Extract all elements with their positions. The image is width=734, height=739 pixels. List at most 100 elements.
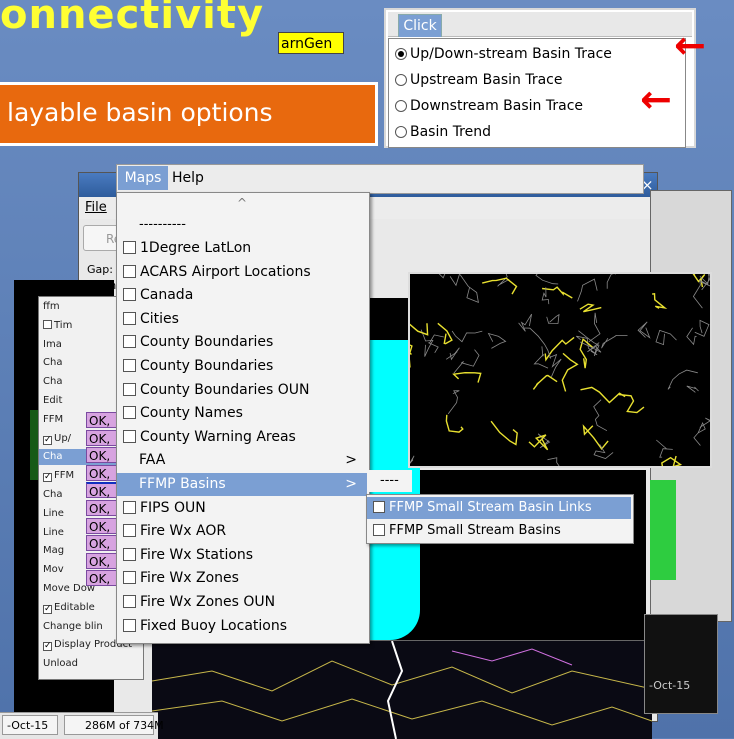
warngen-label: arnGen bbox=[278, 32, 344, 54]
maps-menu-item[interactable]: Fire Wx AOR bbox=[117, 520, 367, 543]
context-menu-item[interactable]: ffm bbox=[43, 299, 60, 315]
scroll-up-icon[interactable]: ^ bbox=[117, 193, 367, 213]
checkbox-icon[interactable] bbox=[43, 319, 52, 329]
context-menu-item-label: Cha bbox=[43, 357, 63, 369]
menu-file[interactable]: File bbox=[85, 200, 107, 215]
maps-menu-item[interactable]: FIPS OUN bbox=[117, 497, 367, 520]
help-menu-tab[interactable]: Help bbox=[172, 166, 204, 190]
context-menu-item[interactable]: Cha bbox=[43, 374, 62, 390]
slide-title: onnectivity bbox=[0, 0, 265, 38]
bottom-map-area[interactable] bbox=[152, 640, 652, 739]
checkbox-icon[interactable] bbox=[123, 241, 136, 254]
context-menu-item[interactable]: FFM bbox=[43, 412, 63, 428]
context-menu-item[interactable]: Line bbox=[43, 525, 64, 541]
context-menu-item[interactable]: Mag bbox=[43, 543, 64, 559]
status-date-right: -Oct-15 bbox=[649, 679, 691, 692]
context-menu-item[interactable]: Change blin bbox=[43, 619, 103, 635]
status-bar: -Oct-15 286M of 734M bbox=[0, 712, 164, 739]
maps-menu-item[interactable]: FFMP Basins > bbox=[117, 473, 367, 496]
radio-option[interactable]: Upstream Basin Trace bbox=[395, 67, 562, 93]
maps-menu-item[interactable]: Fire Wx Stations bbox=[117, 544, 367, 567]
maps-menu-item[interactable]: County Warning Areas bbox=[117, 426, 367, 449]
context-menu-item[interactable]: Up/ bbox=[43, 431, 71, 447]
green-status-column bbox=[650, 480, 676, 580]
context-menu-item-label: Cha bbox=[43, 451, 63, 463]
context-menu-item[interactable]: Tim bbox=[43, 318, 72, 334]
context-menu-item-label: Cha bbox=[43, 376, 63, 388]
checkbox-icon[interactable] bbox=[123, 524, 136, 538]
context-menu-item-label: Mov bbox=[43, 564, 64, 576]
radio-option[interactable]: Up/Down-stream Basin Trace bbox=[395, 41, 612, 67]
radio-icon[interactable] bbox=[395, 74, 407, 86]
maps-dropdown: ^ ---------- 1Degree LatLon ACARS Airport… bbox=[116, 192, 370, 644]
context-menu-item[interactable]: FFM bbox=[43, 468, 74, 484]
context-menu-item[interactable]: Edit bbox=[43, 393, 62, 409]
checkbox-icon[interactable] bbox=[123, 595, 136, 608]
maps-menu-tab[interactable]: Maps bbox=[118, 166, 168, 190]
checkbox-icon[interactable] bbox=[123, 406, 136, 420]
ffmp-submenu-item[interactable]: FFMP Small Stream Basin Links bbox=[367, 497, 631, 519]
maps-menu-item-label: Fire Wx Zones OUN bbox=[140, 594, 276, 610]
maps-menu-item-label: County Boundaries bbox=[140, 334, 274, 351]
context-menu-item-label: Cha bbox=[43, 489, 63, 500]
maps-menu-item[interactable]: ACARS Airport Locations bbox=[117, 261, 367, 284]
context-menu-item[interactable]: Ima bbox=[43, 337, 62, 353]
context-menu-item[interactable]: Unload bbox=[43, 656, 78, 672]
context-menu-item[interactable]: Mov bbox=[43, 562, 64, 578]
checkbox-icon[interactable] bbox=[123, 571, 136, 585]
radio-icon[interactable] bbox=[395, 48, 407, 60]
maps-menu-item[interactable]: Cities bbox=[117, 308, 367, 331]
checkbox-icon[interactable] bbox=[373, 501, 385, 513]
context-menu-item[interactable]: Cha bbox=[43, 355, 62, 371]
maps-menu-item[interactable]: County Boundaries bbox=[117, 331, 367, 354]
maps-menu-item[interactable]: Fixed Buoy Locations bbox=[117, 615, 367, 638]
ffmp-submenu-item[interactable]: FFMP Small Stream Basins bbox=[367, 520, 631, 542]
radio-option[interactable]: Downstream Basin Trace bbox=[395, 93, 583, 119]
maps-menu-item[interactable]: FAA > bbox=[117, 449, 367, 472]
checkbox-icon[interactable] bbox=[43, 473, 52, 483]
context-menu-item-label: FFM bbox=[43, 413, 64, 425]
checkbox-icon[interactable] bbox=[43, 604, 52, 614]
basin-streams bbox=[410, 274, 710, 466]
radio-icon[interactable] bbox=[395, 100, 407, 112]
radio-option[interactable]: Basin Trend bbox=[395, 119, 491, 145]
checkbox-icon[interactable] bbox=[123, 618, 136, 632]
checkbox-icon[interactable] bbox=[123, 359, 136, 372]
chevron-right-icon: > bbox=[345, 476, 357, 492]
checkbox-icon[interactable] bbox=[123, 547, 136, 561]
context-menu-item[interactable]: Cha bbox=[43, 487, 62, 503]
checkbox-icon[interactable] bbox=[123, 382, 136, 396]
checkbox-icon[interactable] bbox=[123, 335, 136, 349]
context-menu-item-label: Mag bbox=[43, 545, 65, 557]
checkbox-icon[interactable] bbox=[123, 264, 136, 278]
status-date: -Oct-15 bbox=[2, 715, 58, 735]
red-arrow-1: ← bbox=[674, 23, 706, 67]
context-menu-item[interactable]: Editable bbox=[43, 600, 95, 616]
maps-menu-item[interactable]: Canada bbox=[117, 284, 367, 307]
checkbox-icon[interactable] bbox=[123, 429, 136, 443]
maps-menu-item[interactable]: County Boundaries OUN bbox=[117, 379, 367, 402]
context-menu-item-label: ffm bbox=[43, 301, 60, 312]
checkbox-icon[interactable] bbox=[43, 642, 52, 652]
re-button[interactable]: Re bbox=[83, 225, 119, 251]
radio-option-label: Upstream Basin Trace bbox=[410, 72, 563, 88]
maps-menu-item[interactable]: 1Degree LatLon bbox=[117, 237, 367, 260]
click-tab[interactable]: Click bbox=[398, 14, 442, 37]
radio-option-label: Basin Trend bbox=[410, 124, 492, 140]
checkbox-icon[interactable] bbox=[123, 500, 136, 514]
maps-menu-item[interactable]: County Names bbox=[117, 402, 367, 425]
maps-menu-item[interactable]: Fire Wx Zones bbox=[117, 567, 367, 590]
context-menu-item-label: Change blin bbox=[43, 620, 103, 632]
checkbox-icon[interactable] bbox=[43, 435, 52, 445]
context-menu-item-label: Line bbox=[43, 507, 64, 519]
maps-menu-item[interactable]: County Boundaries bbox=[117, 355, 367, 378]
checkbox-icon[interactable] bbox=[123, 311, 136, 325]
maps-menu-item[interactable]: Fire Wx Zones OUN bbox=[117, 591, 367, 614]
checkbox-icon[interactable] bbox=[123, 288, 136, 302]
context-menu-item[interactable]: Line bbox=[43, 506, 64, 522]
maps-menu-item-label: Canada bbox=[140, 287, 194, 304]
checkbox-icon[interactable] bbox=[373, 524, 385, 536]
ffmp-submenu-item-label: FFMP Small Stream Basin Links bbox=[389, 500, 592, 515]
maps-menu-item-label: ACARS Airport Locations bbox=[140, 263, 311, 280]
radio-icon[interactable] bbox=[395, 126, 407, 138]
